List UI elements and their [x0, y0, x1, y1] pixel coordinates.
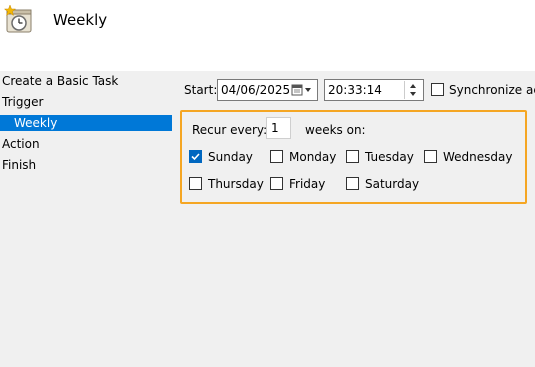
time-spinner[interactable]	[404, 81, 421, 99]
weeks-on-label: weeks on:	[305, 123, 366, 137]
sunday-checkbox[interactable]	[189, 150, 202, 163]
recur-every-label: Recur every:	[192, 123, 268, 137]
monday-checkbox[interactable]	[270, 150, 283, 163]
wizard-steps-nav: Create a Basic Task Trigger Weekly Actio…	[0, 71, 174, 367]
nav-item-finish[interactable]: Finish	[2, 157, 36, 173]
nav-item-weekly[interactable]: Weekly	[0, 115, 172, 131]
scheduled-task-clock-icon	[3, 4, 35, 36]
sunday-label: Sunday	[208, 150, 253, 164]
start-label: Start:	[184, 83, 218, 97]
page-title: Weekly	[53, 11, 108, 29]
wizard-header: Weekly	[0, 0, 535, 71]
synchronize-label: Synchronize acro	[449, 83, 535, 97]
thursday-checkbox[interactable]	[189, 177, 202, 190]
friday-label: Friday	[289, 177, 326, 191]
synchronize-checkbox[interactable]	[431, 83, 444, 96]
start-date-value: 04/06/2025	[221, 83, 291, 97]
nav-item-action[interactable]: Action	[2, 136, 40, 152]
friday-checkbox[interactable]	[270, 177, 283, 190]
recur-weeks-input[interactable]: 1	[266, 117, 291, 139]
nav-item-create-basic-task[interactable]: Create a Basic Task	[2, 73, 118, 89]
thursday-label: Thursday	[208, 177, 264, 191]
spin-up-icon	[410, 84, 416, 88]
recur-weeks-value: 1	[271, 121, 279, 135]
tuesday-checkbox[interactable]	[346, 150, 359, 163]
spin-down-icon	[410, 92, 416, 96]
calendar-dropdown-icon[interactable]	[291, 84, 313, 96]
tuesday-label: Tuesday	[365, 150, 414, 164]
wednesday-checkbox[interactable]	[424, 150, 437, 163]
saturday-checkbox[interactable]	[346, 177, 359, 190]
monday-label: Monday	[289, 150, 337, 164]
wednesday-label: Wednesday	[443, 150, 513, 164]
saturday-label: Saturday	[365, 177, 420, 191]
nav-item-trigger[interactable]: Trigger	[2, 94, 43, 110]
start-date-picker[interactable]: 04/06/2025	[217, 79, 318, 101]
start-time-value: 20:33:14	[328, 83, 382, 97]
start-time-field[interactable]: 20:33:14	[324, 79, 424, 101]
